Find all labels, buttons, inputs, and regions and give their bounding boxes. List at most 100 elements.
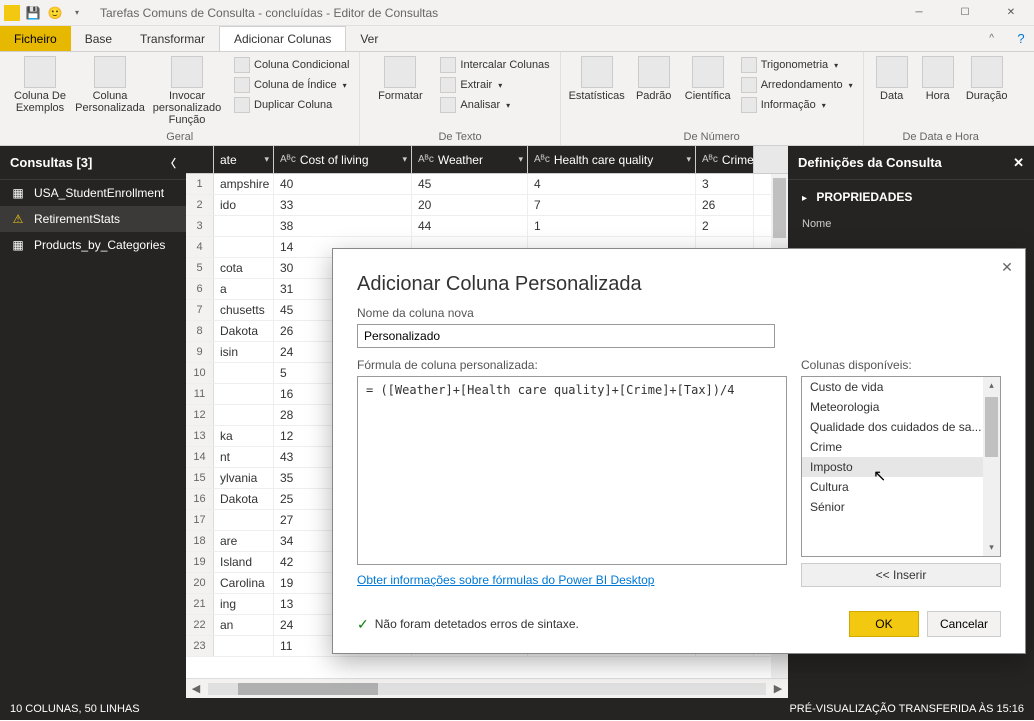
cell[interactable]: 20 [412,195,528,215]
col-weather[interactable]: AᴮcWeather▾ [412,146,528,173]
cell[interactable]: 7 [528,195,696,215]
cell[interactable]: chusetts [214,300,274,320]
help-icon[interactable]: ? [1008,26,1034,51]
save-icon[interactable]: 💾 [24,4,42,22]
cell[interactable]: ido [214,195,274,215]
properties-section[interactable]: ▸ PROPRIEDADES [788,180,1034,214]
trigonometry-button[interactable]: Trigonometria▾ [739,56,855,74]
scroll-track[interactable] [208,683,766,695]
analyze-button[interactable]: Analisar▾ [438,96,551,114]
list-scrollbar[interactable]: ▴ ▾ [983,377,1000,556]
custom-column-button[interactable]: Coluna Personalizada [78,56,142,114]
cell[interactable]: an [214,615,274,635]
available-columns-list[interactable]: Custo de vidaMeteorologiaQualidade dos c… [801,376,1001,557]
cell[interactable]: Dakota [214,321,274,341]
list-item[interactable]: Meteorologia [802,397,1000,417]
horizontal-scrollbar[interactable]: ◀ ▶ [186,678,788,698]
tab-transform[interactable]: Transformar [126,26,219,51]
query-item-products[interactable]: ▦ Products_by_Categories [0,232,186,258]
dialog-close-button[interactable]: ✕ [997,257,1017,277]
formula-input[interactable]: = ([Weather]+[Health care quality]+[Crim… [357,376,787,565]
cell[interactable]: 45 [412,174,528,194]
filter-icon[interactable]: ▾ [686,154,691,165]
information-button[interactable]: Informação▾ [739,96,855,114]
cell[interactable] [214,363,274,383]
scientific-button[interactable]: Científica [683,56,733,102]
cell[interactable]: 44 [412,216,528,236]
duplicate-column-button[interactable]: Duplicar Coluna [232,96,351,114]
list-item[interactable]: Imposto [802,457,1000,477]
cell[interactable]: Dakota [214,489,274,509]
scroll-down-icon[interactable]: ▾ [983,539,1000,556]
minimize-button[interactable]: ─ [896,0,942,26]
list-item[interactable]: Cultura [802,477,1000,497]
cell[interactable]: Carolina [214,573,274,593]
cell[interactable]: 1 [528,216,696,236]
table-row[interactable]: 2ido3320726 [186,195,788,216]
cell[interactable]: 26 [696,195,754,215]
cell[interactable]: Island [214,552,274,572]
cell[interactable] [214,237,274,257]
table-row[interactable]: 1ampshire404543 [186,174,788,195]
cell[interactable] [214,384,274,404]
conditional-column-button[interactable]: Coluna Condicional [232,56,351,74]
filter-icon[interactable]: ▾ [264,154,269,165]
cell[interactable] [214,216,274,236]
cell[interactable]: are [214,531,274,551]
cell[interactable]: ylvania [214,468,274,488]
merge-columns-button[interactable]: Intercalar Colunas [438,56,551,74]
scroll-up-icon[interactable]: ▴ [983,377,1000,394]
close-panel-icon[interactable]: ✕ [1013,155,1024,171]
filter-icon[interactable]: ▾ [402,154,407,165]
cell[interactable]: ka [214,426,274,446]
list-item[interactable]: Crime [802,437,1000,457]
index-column-button[interactable]: Coluna de Índice▾ [232,76,351,94]
cell[interactable]: cota [214,258,274,278]
list-item[interactable]: Qualidade dos cuidados de sa... [802,417,1000,437]
smiley-icon[interactable]: 🙂 [46,4,64,22]
insert-button[interactable]: << Inserir [801,563,1001,587]
learn-more-link[interactable]: Obter informações sobre fórmulas do Powe… [357,573,787,587]
duration-button[interactable]: Duração [964,56,1010,102]
column-name-input[interactable] [357,324,775,348]
cell[interactable]: ing [214,594,274,614]
date-button[interactable]: Data [872,56,912,102]
cell[interactable]: isin [214,342,274,362]
statistics-button[interactable]: Estatísticas [569,56,625,102]
scroll-left-icon[interactable]: ◀ [186,682,206,695]
scroll-right-icon[interactable]: ▶ [768,682,788,695]
cell[interactable] [214,636,274,656]
cell[interactable] [214,510,274,530]
time-button[interactable]: Hora [918,56,958,102]
standard-button[interactable]: Padrão [631,56,677,102]
cell[interactable]: 38 [274,216,412,236]
query-item-usa[interactable]: ▦ USA_StudentEnrollment [0,180,186,206]
collapse-icon[interactable]: 〈 [165,155,176,171]
ok-button[interactable]: OK [849,611,919,637]
cell[interactable]: a [214,279,274,299]
cell[interactable]: 2 [696,216,754,236]
column-from-examples-button[interactable]: Coluna De Exemplos [8,56,72,114]
col-crime[interactable]: AᴮcCrime [696,146,754,173]
cell[interactable] [214,405,274,425]
filter-icon[interactable]: ▾ [518,154,523,165]
rounding-button[interactable]: Arredondamento▾ [739,76,855,94]
list-item[interactable]: Sénior [802,497,1000,517]
col-state[interactable]: ate▾ [214,146,274,173]
cell[interactable]: nt [214,447,274,467]
tab-view[interactable]: Ver [346,26,392,51]
close-button[interactable]: ✕ [988,0,1034,26]
extract-button[interactable]: Extrair▾ [438,76,551,94]
maximize-button[interactable]: ☐ [942,0,988,26]
format-button[interactable]: Formatar [368,56,432,102]
qat-dropdown-icon[interactable]: ▾ [68,4,86,22]
col-health[interactable]: AᴮcHealth care quality▾ [528,146,696,173]
collapse-ribbon-icon[interactable]: ^ [975,26,1008,51]
tab-file[interactable]: Ficheiro [0,26,71,51]
cell[interactable]: 40 [274,174,412,194]
scroll-thumb[interactable] [773,178,786,238]
cell[interactable]: 4 [528,174,696,194]
scroll-thumb[interactable] [238,683,378,695]
list-item[interactable]: Custo de vida [802,377,1000,397]
tab-base[interactable]: Base [71,26,126,51]
